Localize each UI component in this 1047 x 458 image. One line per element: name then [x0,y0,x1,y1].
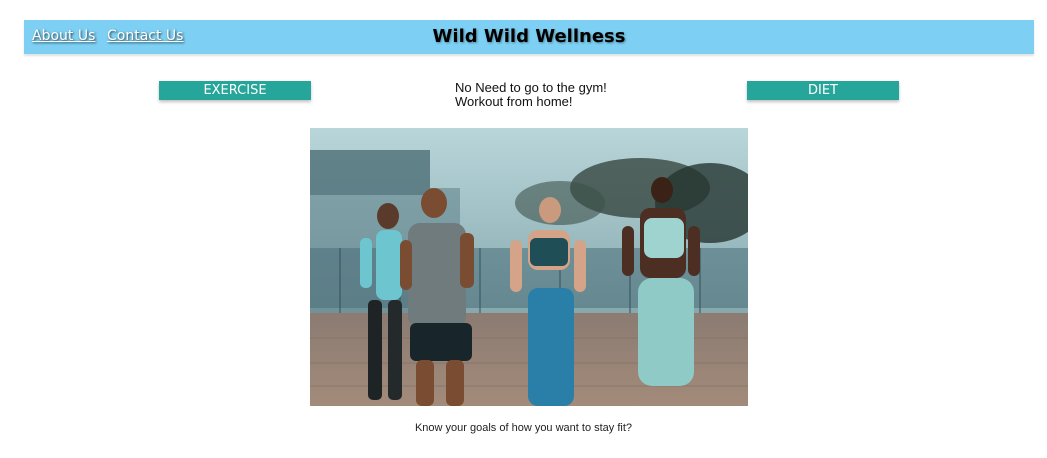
tagline: No Need to go to the gym! Workout from h… [455,81,607,109]
diet-button[interactable]: DIET [747,81,899,100]
site-title: Wild Wild Wellness [432,26,626,47]
hero-image-runners [310,128,748,406]
navbar: About Us Contact Us Wild Wild Wellness [24,20,1034,54]
exercise-button[interactable]: EXERCISE [159,81,311,100]
tagline-line-2: Workout from home! [455,94,573,109]
goals-caption: Know your goals of how you want to stay … [414,422,633,434]
tagline-line-1: No Need to go to the gym! [455,80,607,95]
